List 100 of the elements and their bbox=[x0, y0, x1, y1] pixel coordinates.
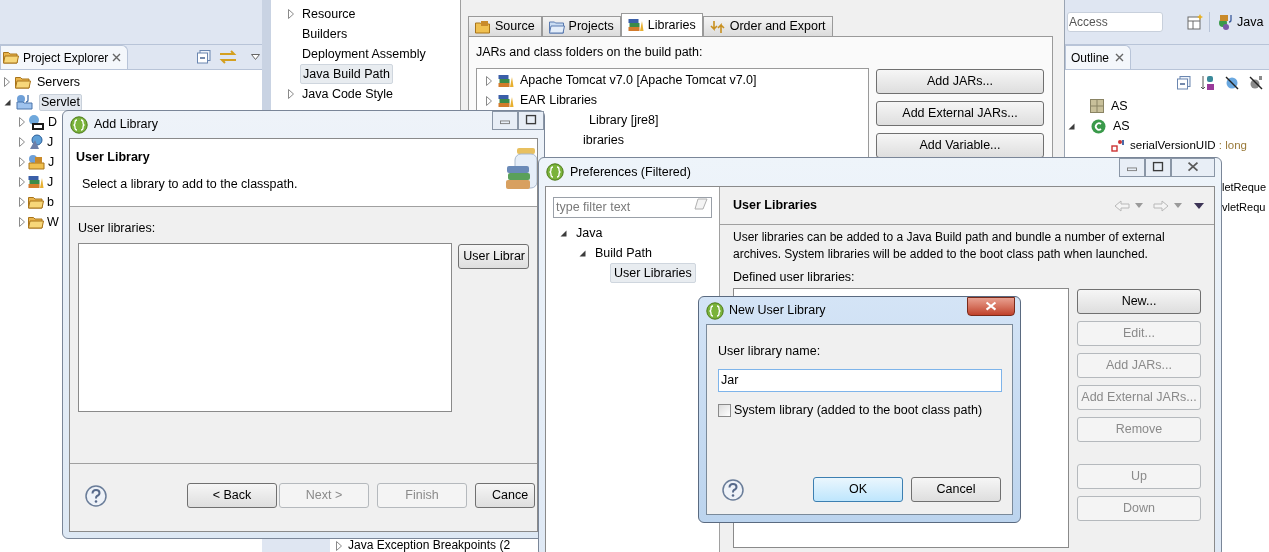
page-heading: User Library bbox=[76, 149, 151, 166]
list-label: User libraries: bbox=[78, 220, 157, 237]
window-title: Preferences (Filtered) bbox=[570, 163, 691, 181]
close-button[interactable] bbox=[1171, 158, 1215, 177]
tree-item[interactable]: Servers bbox=[36, 74, 82, 90]
build-path-entry[interactable]: Library [jre8] bbox=[589, 111, 659, 131]
tree-item[interactable]: D bbox=[48, 112, 58, 132]
maximize-button[interactable] bbox=[518, 111, 544, 130]
dialog-logo-icon bbox=[546, 163, 564, 181]
help-icon[interactable] bbox=[85, 484, 107, 507]
link-arrows-icon[interactable] bbox=[219, 50, 237, 64]
project-folder-icon bbox=[16, 94, 34, 110]
dialog-logo-icon bbox=[706, 301, 724, 320]
build-path-entry[interactable]: ibraries bbox=[583, 131, 624, 151]
collapse-arrow-icon[interactable] bbox=[1068, 122, 1075, 130]
sort-icon[interactable] bbox=[1201, 75, 1215, 91]
checkbox[interactable] bbox=[718, 403, 731, 417]
collapse-all-icon[interactable] bbox=[197, 50, 211, 64]
dialog-button[interactable]: Add Variable... bbox=[876, 132, 1044, 158]
open-perspective-icon[interactable] bbox=[1187, 14, 1203, 30]
list-label: JARs and class folders on the build path: bbox=[476, 44, 704, 61]
quick-access-field[interactable]: Access bbox=[1067, 12, 1163, 32]
close-icon[interactable] bbox=[112, 53, 122, 62]
collapse-arrow-icon[interactable] bbox=[4, 98, 11, 106]
view-tab[interactable]: Project Explorer bbox=[0, 45, 129, 69]
perspective-button[interactable]: Java bbox=[1216, 10, 1268, 34]
expand-arrow-icon[interactable] bbox=[288, 9, 294, 19]
dropdown-icon[interactable] bbox=[1174, 203, 1182, 208]
hide-static-icon[interactable] bbox=[1249, 76, 1263, 90]
tree-item[interactable]: J bbox=[47, 172, 54, 192]
tree-item[interactable]: W bbox=[47, 212, 59, 232]
expand-arrow-icon[interactable] bbox=[336, 540, 342, 551]
collapse-arrow-icon[interactable] bbox=[560, 229, 567, 237]
static-field-icon bbox=[1111, 139, 1125, 153]
dialog-button[interactable]: < Back bbox=[187, 483, 277, 508]
dialog-logo-icon bbox=[70, 115, 88, 134]
collapse-arrow-icon[interactable] bbox=[579, 249, 586, 257]
tree-item[interactable]: Deployment Assembly bbox=[300, 44, 428, 64]
class-icon bbox=[1091, 118, 1106, 134]
clear-icon[interactable] bbox=[694, 198, 708, 210]
field-label: User library name: bbox=[718, 343, 822, 360]
tree-item[interactable]: b bbox=[47, 192, 54, 212]
expand-arrow-icon[interactable] bbox=[486, 75, 492, 86]
dialog-button[interactable]: New... bbox=[1077, 288, 1201, 314]
dialog-button[interactable]: Cancel bbox=[911, 477, 1001, 502]
maximize-button[interactable] bbox=[1145, 158, 1171, 177]
expand-arrow-icon[interactable] bbox=[19, 177, 25, 187]
expand-arrow-icon[interactable] bbox=[19, 117, 25, 127]
hide-fields-icon[interactable] bbox=[1225, 76, 1239, 90]
tree-item[interactable]: J bbox=[47, 132, 54, 152]
view-menu-icon[interactable] bbox=[251, 54, 260, 60]
tree-item[interactable]: User Libraries bbox=[610, 262, 696, 284]
collapse-all-icon[interactable] bbox=[1177, 76, 1191, 90]
package-icon bbox=[1090, 99, 1104, 113]
tree-item[interactable]: J bbox=[48, 152, 55, 172]
build-path-entry[interactable]: Apache Tomcat v7.0 [Apache Tomcat v7.0] bbox=[520, 71, 757, 91]
tab[interactable]: Libraries bbox=[620, 13, 703, 36]
outline-item[interactable]: serialVersionUID : long bbox=[1130, 137, 1247, 155]
dialog-button[interactable]: Cance bbox=[475, 483, 535, 508]
tab[interactable]: Projects bbox=[541, 16, 621, 36]
expand-arrow-icon[interactable] bbox=[19, 157, 25, 167]
expand-arrow-icon[interactable] bbox=[288, 89, 294, 99]
view-tab[interactable]: Outline bbox=[1065, 45, 1132, 69]
tree-item[interactable]: Resource bbox=[300, 4, 358, 24]
tab[interactable]: Source bbox=[468, 16, 542, 36]
expand-arrow-icon[interactable] bbox=[19, 137, 25, 147]
folder-icon bbox=[28, 195, 44, 209]
tab[interactable]: Order and Export bbox=[702, 16, 833, 36]
tree-item[interactable]: Servlet bbox=[39, 93, 82, 111]
view-menu-icon[interactable] bbox=[1194, 202, 1204, 209]
dialog-button[interactable]: Add JARs... bbox=[876, 68, 1044, 94]
outline-item[interactable]: vletRequ bbox=[1222, 198, 1266, 216]
build-path-entry[interactable]: EAR Libraries bbox=[520, 91, 598, 111]
dropdown-icon[interactable] bbox=[1135, 203, 1143, 208]
books-icon bbox=[627, 18, 644, 32]
help-icon[interactable] bbox=[722, 478, 744, 501]
expand-arrow-icon[interactable] bbox=[19, 197, 25, 207]
close-button[interactable] bbox=[967, 297, 1015, 316]
tree-item[interactable]: Java Code Style bbox=[300, 84, 396, 104]
close-icon[interactable] bbox=[1115, 53, 1125, 62]
dialog-button[interactable]: Add External JARs... bbox=[876, 100, 1044, 126]
tree-item[interactable]: Java bbox=[573, 223, 606, 243]
tree-item[interactable]: Java Build Path bbox=[300, 63, 393, 85]
page-description: User libraries can be added to a Java Build path and bundle a number of external archives. System libraries will be added to the boot class path when launched. bbox=[733, 229, 1166, 263]
expand-arrow-icon[interactable] bbox=[486, 95, 492, 106]
dialog-button[interactable]: OK bbox=[813, 477, 903, 502]
library-name-field[interactable]: Jar bbox=[718, 368, 1002, 392]
tree-item[interactable]: Build Path bbox=[592, 243, 655, 263]
order-arrows-icon bbox=[709, 19, 726, 34]
window-title: New User Library bbox=[729, 302, 826, 320]
outline-item[interactable]: AS bbox=[1113, 116, 1130, 136]
outline-item[interactable]: letReque bbox=[1222, 178, 1267, 196]
books-icon bbox=[28, 175, 44, 189]
filter-field[interactable]: type filter text bbox=[553, 196, 712, 218]
checkbox-label[interactable]: System library (added to the boot class path) bbox=[734, 400, 983, 420]
expand-arrow-icon[interactable] bbox=[19, 217, 25, 227]
expand-arrow-icon[interactable] bbox=[4, 77, 10, 87]
outline-item[interactable]: AS bbox=[1111, 96, 1128, 116]
tree-item[interactable]: Builders bbox=[300, 24, 350, 44]
dialog-button[interactable]: User Librar bbox=[458, 243, 529, 269]
